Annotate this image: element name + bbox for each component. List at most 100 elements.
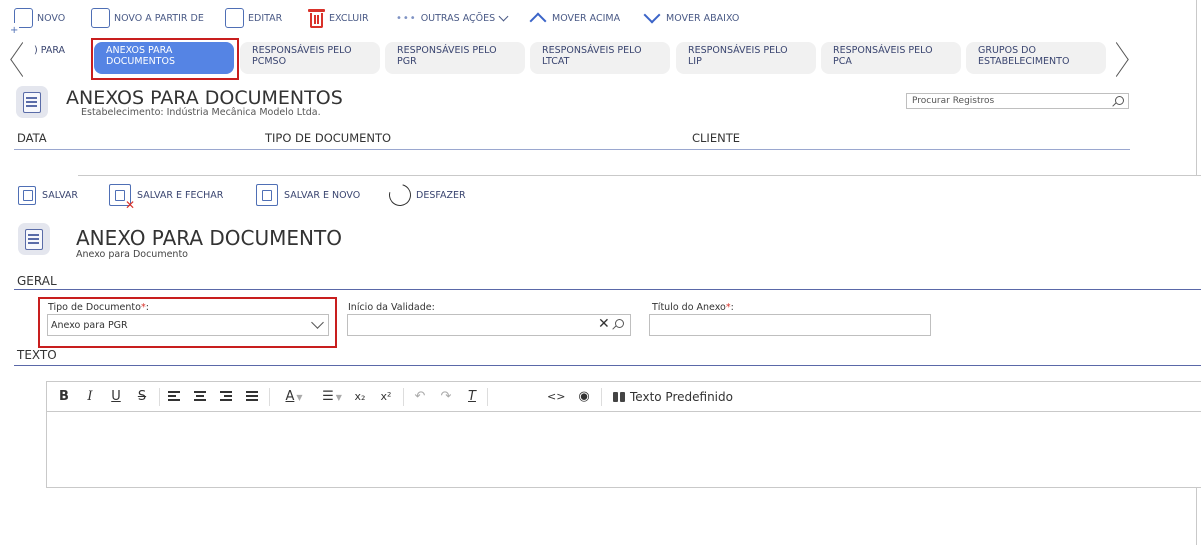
search-icon[interactable] <box>1115 96 1124 105</box>
clear-date-icon[interactable]: ✕ <box>598 316 610 332</box>
align-left-button[interactable] <box>165 388 183 406</box>
tab-label-line1: GRUPOS DO <box>978 45 1036 56</box>
salvar-e-novo-button[interactable]: SALVAR E NOVO <box>256 183 360 207</box>
new-doc-icon <box>10 8 33 36</box>
superscript-button[interactable]: x² <box>377 388 395 406</box>
list-title: ANEXOS PARA DOCUMENTOS <box>66 87 343 109</box>
bold-button[interactable]: B <box>57 388 71 406</box>
subscript-button[interactable]: x₂ <box>351 388 369 406</box>
dots-icon: ••• <box>396 12 417 24</box>
undo-editor-button[interactable]: ↶ <box>411 388 429 406</box>
edit-icon <box>225 8 244 28</box>
list-button[interactable]: ☰ ▼ <box>315 388 349 406</box>
date-search-icon[interactable] <box>615 319 624 328</box>
binoculars-icon <box>613 392 625 402</box>
titulo-anexo-input[interactable] <box>649 314 931 336</box>
undo-arrow-icon: ↶ <box>414 389 426 404</box>
column-header-tipo-documento[interactable]: TIPO DE DOCUMENTO <box>265 131 391 145</box>
tab-label-line2: LTCAT <box>542 56 570 67</box>
tab-anexos-para-documentos[interactable]: ANEXOS PARA DOCUMENTOS <box>94 42 234 74</box>
texto-predefinido-button[interactable]: Texto Predefinido <box>613 388 733 406</box>
copy-doc-icon <box>91 8 110 28</box>
search-registros-input[interactable]: Procurar Registros <box>906 93 1129 109</box>
clear-format-button[interactable]: T <box>463 388 481 406</box>
column-header-cliente[interactable]: CLIENTE <box>692 131 740 145</box>
form-subtitle: Anexo para Documento <box>76 249 188 260</box>
rich-text-editor: B I U S A ▼ ☰ ▼ x₂ x² ↶ ↷ T <> ◉ Texto Pre… <box>46 381 1201 488</box>
tab-responsaveis-lip[interactable]: RESPONSÁVEIS PELO LIP <box>676 42 816 74</box>
trash-icon <box>308 8 325 29</box>
main-toolbar: NOVO NOVO A PARTIR DE EDITAR EXCLUIR •••… <box>0 0 1201 36</box>
novo-a-partir-de-button[interactable]: NOVO A PARTIR DE <box>91 5 204 31</box>
underline-button[interactable]: U <box>109 388 123 406</box>
salvar-button[interactable]: SALVAR <box>18 183 78 207</box>
tipo-documento-label-text: Tipo de Documento <box>48 302 141 313</box>
desfazer-button[interactable]: DESFAZER <box>384 179 466 211</box>
tabs-scroll-right-icon[interactable] <box>1110 38 1128 80</box>
tab-label-line2: PCMSO <box>252 56 287 67</box>
toolbar-separator <box>159 388 160 406</box>
excluir-label: EXCLUIR <box>329 12 369 24</box>
preview-button[interactable]: ◉ <box>575 388 593 406</box>
tab-label-line2: PCA <box>833 56 852 67</box>
tab-partial[interactable]: ) PARA <box>30 42 92 74</box>
list-doc-icon <box>16 86 48 118</box>
chevron-down-icon <box>498 11 509 21</box>
text-color-button[interactable]: A ▼ <box>277 388 311 406</box>
tipo-documento-select[interactable]: Anexo para PGR <box>47 314 329 336</box>
italic-button[interactable]: I <box>83 388 97 406</box>
tab-label-line2: DOCUMENTOS <box>106 56 175 67</box>
align-right-button[interactable] <box>217 388 235 406</box>
tab-responsaveis-pgr[interactable]: RESPONSÁVEIS PELO PGR <box>385 42 525 74</box>
section-geral-title: GERAL <box>17 274 57 288</box>
section-geral-line <box>14 289 1201 290</box>
tipo-documento-value: Anexo para PGR <box>51 320 128 331</box>
salvar-e-novo-label: SALVAR E NOVO <box>284 189 361 201</box>
tab-responsaveis-pca[interactable]: RESPONSÁVEIS PELO PCA <box>821 42 961 74</box>
mover-acima-button[interactable]: MOVER ACIMA <box>528 5 620 31</box>
strikethrough-button[interactable]: S <box>135 388 149 406</box>
titulo-anexo-label: Título do Anexo*: <box>652 302 734 313</box>
editar-button[interactable]: EDITAR <box>225 5 282 31</box>
scrollbar-edge-lower <box>1196 488 1197 545</box>
tabs-bar: ) PARA ANEXOS PARA DOCUMENTOS RESPONSÁVE… <box>0 38 1201 80</box>
outras-acoes-label: OUTRAS AÇÕES <box>420 12 496 24</box>
section-texto-line <box>14 365 1201 366</box>
tab-responsaveis-ltcat[interactable]: RESPONSÁVEIS PELO LTCAT <box>530 42 670 74</box>
mover-abaixo-label: MOVER ABAIXO <box>666 12 740 24</box>
editor-content-area[interactable] <box>55 420 1195 480</box>
align-justify-button[interactable] <box>243 388 261 406</box>
tab-label-line1: RESPONSÁVEIS PELO <box>833 45 933 56</box>
tab-label-line1: RESPONSÁVEIS PELO <box>252 45 352 56</box>
tab-label-line1: RESPONSÁVEIS PELO <box>542 45 642 56</box>
tabs-scroll-left-icon[interactable] <box>8 38 26 80</box>
mover-abaixo-button[interactable]: MOVER ABAIXO <box>642 5 739 31</box>
redo-editor-button[interactable]: ↷ <box>437 388 455 406</box>
eye-icon: ◉ <box>578 389 590 404</box>
tab-grupos-do-estabelecimento[interactable]: GRUPOS DO ESTABELECIMENTO <box>966 42 1106 74</box>
arrow-down-icon <box>642 9 660 27</box>
excluir-button[interactable]: EXCLUIR <box>308 5 369 31</box>
save-icon <box>18 185 36 205</box>
align-center-button[interactable] <box>191 388 209 406</box>
redo-arrow-icon: ↷ <box>440 389 452 404</box>
column-header-data[interactable]: DATA <box>17 131 47 145</box>
chevron-down-icon[interactable] <box>309 316 327 334</box>
tab-label-line2: PGR <box>397 56 417 67</box>
inicio-validade-input[interactable] <box>347 314 631 336</box>
list-icon: ☰ <box>322 389 334 404</box>
source-code-button[interactable]: <> <box>547 388 565 406</box>
editor-toolbar: B I U S A ▼ ☰ ▼ x₂ x² ↶ ↷ T <> ◉ Texto Pre… <box>47 382 1201 412</box>
salvar-e-fechar-button[interactable]: ✕ SALVAR E FECHAR <box>109 183 224 211</box>
tab-responsaveis-pcmso[interactable]: RESPONSÁVEIS PELO PCMSO <box>240 42 380 74</box>
novo-button[interactable]: NOVO <box>10 5 65 36</box>
form-doc-icon <box>18 223 50 255</box>
salvar-e-fechar-label: SALVAR E FECHAR <box>137 189 224 201</box>
scrollbar-edge <box>1196 0 1197 175</box>
toolbar-separator <box>403 388 404 406</box>
tab-label-line1: ) PARA <box>34 45 66 56</box>
undo-icon <box>384 179 416 211</box>
outras-acoes-button[interactable]: ••• OUTRAS AÇÕES <box>396 5 509 31</box>
label-colon: : <box>145 302 149 313</box>
tipo-documento-label: Tipo de Documento*: <box>48 302 149 313</box>
